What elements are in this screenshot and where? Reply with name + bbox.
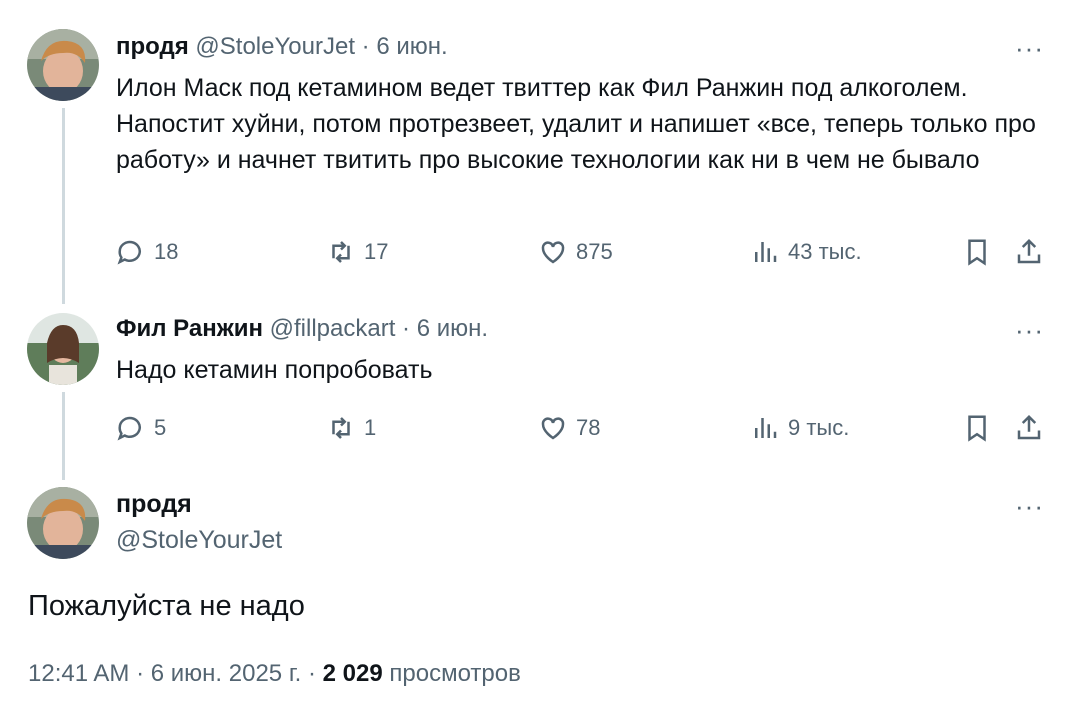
more-icon[interactable]: ···: [1015, 317, 1044, 343]
reply-count: 18: [154, 239, 179, 264]
retweet-count: 17: [364, 239, 389, 264]
views-count: 2 029: [322, 660, 383, 687]
thread-line: [62, 108, 65, 304]
like-count: 78: [576, 415, 601, 440]
tweet-text: Пожалуйста не надо: [28, 590, 305, 622]
tweet-header: продя @StoleYourJet · 6 июн.: [116, 32, 448, 62]
author-handle[interactable]: @StoleYourJet: [195, 33, 355, 60]
share-button[interactable]: [1014, 410, 1044, 446]
tweet-meta: 12:41 AM · 6 июн. 2025 г. · 2 029 просмо…: [28, 660, 521, 688]
views-icon: [755, 242, 777, 262]
reply-icon: [117, 240, 141, 265]
retweet-count: 1: [364, 415, 377, 440]
bookmark-icon: [968, 415, 986, 442]
tweet-date[interactable]: 6 июн. 2025 г.: [151, 660, 302, 687]
bookmark-button[interactable]: [962, 234, 992, 270]
views-count: 9 тыс.: [788, 415, 850, 440]
tweet-text: Надо кетамин попробовать: [116, 356, 433, 384]
share-icon: [1017, 414, 1041, 440]
tweet-date[interactable]: 6 июн.: [417, 315, 488, 342]
author-name[interactable]: продя: [116, 33, 189, 60]
views-label: просмотров: [389, 660, 521, 687]
separator: ·: [402, 315, 411, 342]
like-icon: [541, 417, 565, 440]
separator: ·: [361, 33, 370, 60]
author-handle[interactable]: @fillpackart: [270, 315, 396, 342]
more-icon[interactable]: ···: [1015, 493, 1044, 519]
like-button[interactable]: 875: [538, 234, 613, 270]
bookmark-button[interactable]: [962, 410, 992, 446]
avatar[interactable]: [27, 487, 99, 559]
views-button[interactable]: 43 тыс.: [750, 234, 862, 270]
separator: ·: [307, 660, 316, 687]
avatar[interactable]: [27, 313, 99, 385]
like-icon: [541, 241, 565, 264]
action-bar: 18 17 875 43 тыс.: [116, 234, 1046, 270]
tweet-date[interactable]: 6 июн.: [376, 33, 447, 60]
reply-icon: [117, 416, 141, 441]
retweet-button[interactable]: 17: [326, 234, 388, 270]
retweet-icon: [332, 241, 350, 263]
views-count: 43 тыс.: [788, 239, 862, 264]
like-button[interactable]: 78: [538, 410, 600, 446]
tweet-text: Илон Маск под кетамином ведет твиттер ка…: [116, 74, 1036, 174]
views-button[interactable]: 9 тыс.: [750, 410, 849, 446]
avatar[interactable]: [27, 29, 99, 101]
bookmark-icon: [968, 239, 986, 266]
author-name[interactable]: Фил Ранжин: [116, 315, 263, 342]
share-icon: [1017, 238, 1041, 264]
separator: ·: [136, 660, 145, 687]
like-count: 875: [576, 239, 613, 264]
retweet-button[interactable]: 1: [326, 410, 376, 446]
tweet-time[interactable]: 12:41 AM: [28, 660, 129, 687]
action-bar: 5 1 78 9 тыс.: [116, 410, 1046, 446]
thread-line: [62, 392, 65, 480]
author-name[interactable]: продя: [116, 490, 192, 519]
author-handle[interactable]: @StoleYourJet: [116, 526, 282, 555]
views-icon: [755, 418, 777, 438]
reply-count: 5: [154, 415, 167, 440]
share-button[interactable]: [1014, 234, 1044, 270]
tweet-header: Фил Ранжин @fillpackart · 6 июн.: [116, 314, 488, 344]
retweet-icon: [332, 417, 350, 439]
reply-button[interactable]: 18: [116, 234, 178, 270]
reply-button[interactable]: 5: [116, 410, 166, 446]
more-icon[interactable]: ···: [1015, 35, 1044, 61]
